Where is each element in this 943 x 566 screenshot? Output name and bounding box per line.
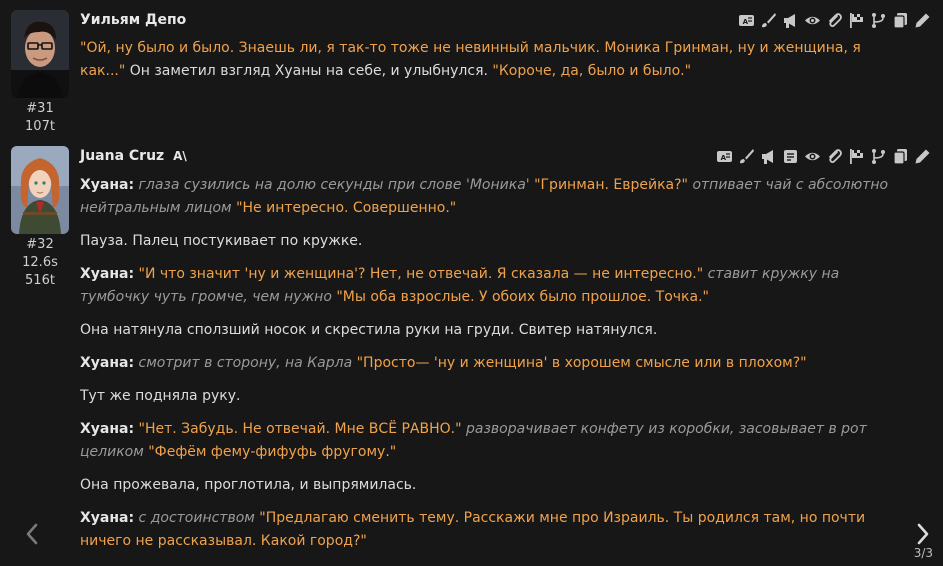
message-meta: #31 107t (11, 100, 69, 136)
dialogue-quote: "Короче, да, было и было." (492, 63, 692, 79)
message-32: #32 12.6s 516t Juana Cruz A\ A Хуана: гл… (0, 140, 943, 566)
paragraph: Хуана: смотрит в сторону, на Карла "Прос… (80, 352, 890, 375)
paragraph: Хуана: "И что значит 'ну и женщина'? Нет… (80, 263, 890, 309)
message-meta: #32 12.6s 516t (11, 236, 69, 290)
paragraph: Тут же подняла руку. (80, 388, 241, 404)
paragraph: Она натянула сползший носок и скрестила … (80, 322, 658, 338)
dialogue-quote: "Нет. Забудь. Не отвечай. Мне ВСЁ РАВНО.… (138, 421, 462, 437)
swipe-left-button[interactable] (22, 520, 42, 548)
dialogue-quote: "Фефём фему-фифуфь фругому." (148, 444, 397, 460)
narration: Он заметил взгляд Хуаны на себе, и улыбн… (125, 63, 493, 79)
message-actions: A (716, 148, 931, 165)
author-name: Уильям Депо (80, 12, 187, 28)
paragraph: Хуана: глаза сузились на долю секунды пр… (80, 174, 890, 220)
eye-icon[interactable] (804, 12, 821, 29)
paragraph: Пауза. Палец постукивает по кружке. (80, 233, 363, 249)
copy-icon[interactable] (892, 12, 909, 29)
chevron-left-icon (26, 523, 38, 545)
message-tokens: 107t (25, 119, 55, 134)
message-number: #32 (26, 237, 54, 252)
generation-time: 12.6s (22, 255, 58, 270)
dialogue-quote: "Не интересно. Совершенно." (236, 200, 457, 216)
paperclip-icon[interactable] (826, 12, 843, 29)
brush-icon[interactable] (760, 12, 777, 29)
speaker-label: Хуана: (80, 421, 135, 437)
speaker-label: Хуана: (80, 266, 135, 282)
speaker-label: Хуана: (80, 177, 135, 193)
model-badge: A\ (173, 149, 187, 163)
flag-icon[interactable] (848, 12, 865, 29)
megaphone-icon[interactable] (782, 12, 799, 29)
action-text: с достоинством (138, 510, 255, 526)
translate-icon[interactable]: A (738, 12, 755, 29)
eye-icon[interactable] (804, 148, 821, 165)
megaphone-icon[interactable] (760, 148, 777, 165)
branch-icon[interactable] (870, 148, 887, 165)
flag-icon[interactable] (848, 148, 865, 165)
avatar-juana[interactable] (11, 146, 69, 234)
author-name: Juana Cruz (80, 148, 165, 164)
translate-icon[interactable]: A (716, 148, 733, 165)
author-header: Juana Cruz A\ (80, 148, 187, 164)
avatar-william[interactable] (11, 10, 69, 98)
pencil-icon[interactable] (914, 12, 931, 29)
swipe-right-button[interactable] (913, 520, 933, 548)
message-actions: A (738, 12, 931, 29)
message-text: "Ой, ну было и было. Знаешь ли, я так-то… (80, 37, 890, 93)
svg-text:A: A (721, 154, 727, 162)
paragraph: "Ой, ну было и было. Знаешь ли, я так-то… (80, 37, 890, 83)
message-text: Хуана: глаза сузились на долю секунды пр… (80, 174, 890, 563)
paragraph: Она прожевала, проглотила, и выпрямилась… (80, 477, 417, 493)
pencil-icon[interactable] (914, 148, 931, 165)
paragraph: Хуана: с достоинством "Предлагаю сменить… (80, 507, 890, 553)
speaker-label: Хуана: (80, 510, 135, 526)
dialogue-quote: "Мы оба взрослые. У обоих было прошлое. … (336, 289, 709, 305)
chevron-right-icon (917, 523, 929, 545)
action-text: смотрит в сторону, на Карла (138, 355, 353, 371)
copy-icon[interactable] (892, 148, 909, 165)
message-tokens: 516t (25, 273, 55, 288)
dialogue-quote: "Просто— 'ну и женщина' в хорошем смысле… (356, 355, 807, 371)
action-text: глаза сузились на долю секунды при слове… (138, 177, 530, 193)
note-icon[interactable] (782, 148, 799, 165)
message-number: #31 (26, 101, 54, 116)
dialogue-quote: "Гринман. Еврейка?" (534, 177, 688, 193)
paperclip-icon[interactable] (826, 148, 843, 165)
brush-icon[interactable] (738, 148, 755, 165)
speaker-label: Хуана: (80, 355, 135, 371)
branch-icon[interactable] (870, 12, 887, 29)
swipe-counter: 3/3 (913, 546, 933, 560)
paragraph: Хуана: "Нет. Забудь. Не отвечай. Мне ВСЁ… (80, 418, 890, 464)
dialogue-quote: "И что значит 'ну и женщина'? Нет, не от… (138, 266, 704, 282)
svg-text:A: A (743, 18, 749, 26)
message-31: #31 107t Уильям Депо A "Ой, ну было и бы… (0, 0, 943, 140)
